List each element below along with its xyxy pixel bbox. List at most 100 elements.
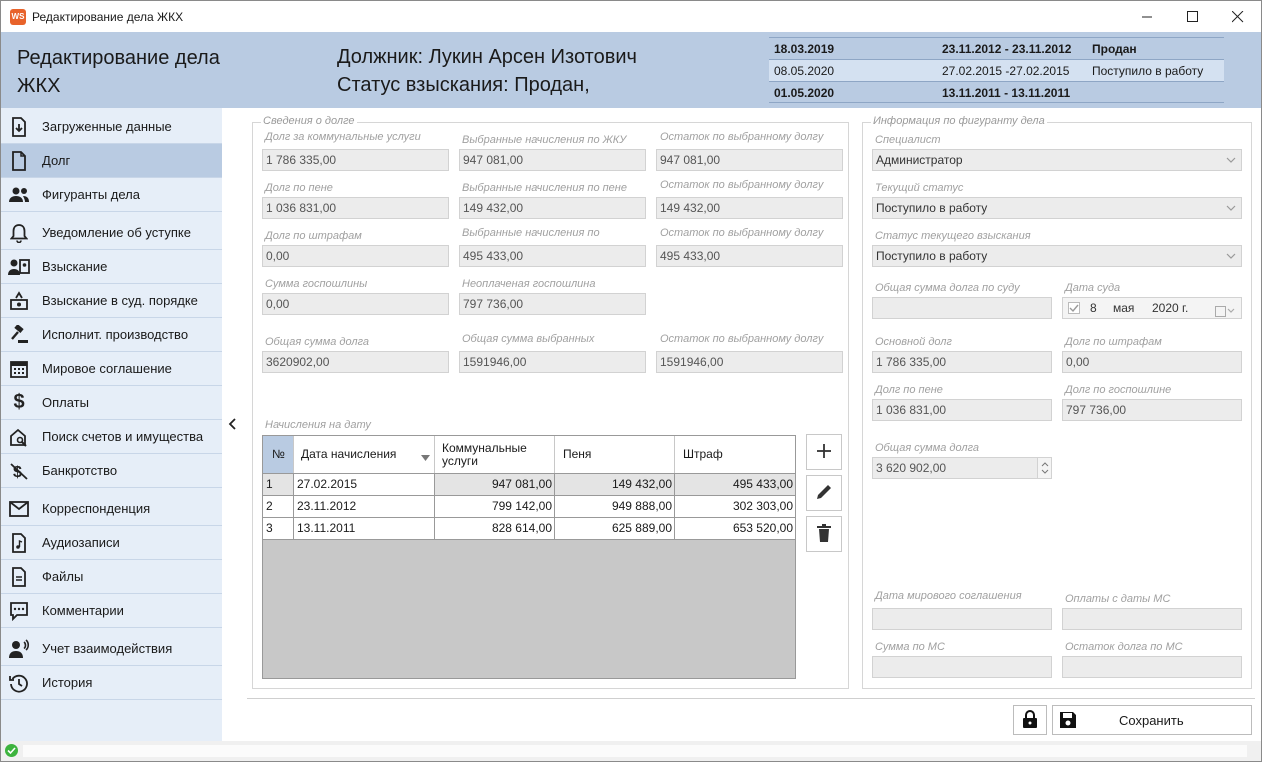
spinner-arrows-icon[interactable]: [1037, 458, 1051, 478]
remaining-fine-field[interactable]: 495 433,00: [656, 245, 843, 267]
field-label: Выбранные начисления по пене: [462, 182, 627, 194]
calendar-icon: [8, 358, 30, 380]
calendar-dropdown-icon[interactable]: [1215, 303, 1235, 318]
sidebar-item-asset-search[interactable]: Поиск счетов и имущества: [1, 420, 222, 454]
person-card-icon: [8, 256, 30, 278]
remaining-penalty-field[interactable]: 149 432,00: [656, 197, 843, 219]
sidebar-item-figurants[interactable]: Фигуранты дела: [1, 178, 222, 212]
column-header-utility[interactable]: Коммунальные услуги: [435, 436, 555, 473]
field-label: Остаток долга по МС: [1065, 641, 1183, 653]
column-header-number[interactable]: №: [263, 436, 294, 473]
court-money-icon: [8, 290, 30, 312]
sidebar-item-notification[interactable]: Уведомление об уступке: [1, 216, 222, 250]
main-debt-field[interactable]: 1 786 335,00: [872, 351, 1052, 373]
sidebar: Загруженные данные Долг Фигуранты дела У…: [1, 108, 222, 741]
sidebar-item-correspondence[interactable]: Корреспонденция: [1, 492, 222, 526]
sidebar-item-label: Файлы: [42, 569, 84, 584]
status-bar: [1, 741, 1261, 761]
app-logo-icon: WS: [10, 9, 26, 25]
field-label: Дата мирового соглашения: [875, 590, 1022, 602]
column-header-fine[interactable]: Штраф: [675, 436, 795, 473]
total-selected-field[interactable]: 1591946,00: [459, 351, 646, 373]
sidebar-item-enforcement[interactable]: Исполнит. производство: [1, 318, 222, 352]
history-state: Поступило в работу: [1092, 64, 1204, 78]
settlement-date-field[interactable]: [872, 608, 1052, 630]
fine-debt-right-field[interactable]: 0,00: [1062, 351, 1242, 373]
sidebar-item-loaded-data[interactable]: Загруженные данные: [1, 110, 222, 144]
settlement-sum-field[interactable]: [872, 656, 1052, 678]
history-row: 18.03.2019 23.11.2012 - 23.11.2012 Прода…: [769, 37, 1224, 59]
file-icon: [8, 566, 30, 588]
sidebar-item-comments[interactable]: Комментарии: [1, 594, 222, 628]
settlement-payments-field[interactable]: [1062, 608, 1242, 630]
add-charge-button[interactable]: [806, 434, 842, 470]
close-button[interactable]: [1215, 1, 1261, 32]
bell-icon: [8, 222, 30, 244]
field-label: Неоплаченая госпошлина: [462, 278, 596, 290]
save-button[interactable]: Сохранить: [1052, 705, 1252, 735]
date-enabled-checkbox[interactable]: [1068, 302, 1080, 314]
court-date-picker[interactable]: 8 мая 2020 г.: [1062, 297, 1242, 319]
settlement-remaining-field[interactable]: [1062, 656, 1242, 678]
column-header-date-label: Дата начисления: [301, 447, 397, 461]
column-header-date[interactable]: Дата начисления: [294, 436, 435, 473]
field-label: Остаток по выбранному долгу: [660, 227, 824, 239]
court-total-field[interactable]: [872, 297, 1052, 319]
sidebar-item-audio[interactable]: Аудиозаписи: [1, 526, 222, 560]
maximize-button[interactable]: [1170, 1, 1216, 32]
field-label: Сумма по МС: [875, 641, 945, 653]
sidebar-item-debt[interactable]: Долг: [1, 144, 222, 178]
field-label: Долг по пене: [875, 384, 943, 396]
cell-fine: 302 303,00: [732, 499, 793, 513]
fee-debt-field[interactable]: 797 736,00: [1062, 399, 1242, 421]
penalty-debt-right-field[interactable]: 1 036 831,00: [872, 399, 1052, 421]
sidebar-item-files[interactable]: Файлы: [1, 560, 222, 594]
comment-icon: [8, 600, 30, 622]
recovery-status-select[interactable]: Поступило в работу: [872, 245, 1242, 267]
selected-housing-field[interactable]: 947 081,00: [459, 149, 646, 171]
utility-debt-field[interactable]: 1 786 335,00: [262, 149, 449, 171]
sidebar-item-interaction[interactable]: Учет взаимодействия: [1, 632, 222, 666]
field-label: Общая сумма долга: [875, 442, 979, 454]
field-label: Общая сумма выбранных: [462, 333, 595, 345]
selected-penalty-field[interactable]: 149 432,00: [459, 197, 646, 219]
specialist-select[interactable]: Администратор: [872, 149, 1242, 171]
sidebar-item-label: Фигуранты дела: [42, 187, 140, 202]
sidebar-item-payments[interactable]: $ Оплаты: [1, 386, 222, 420]
table-row[interactable]: 1 27.02.2015 947 081,00 149 432,00 495 4…: [263, 474, 795, 496]
field-label: Долг за коммунальные услуги: [265, 131, 421, 143]
penalty-debt-field[interactable]: 1 036 831,00: [262, 197, 449, 219]
delete-charge-button[interactable]: [806, 516, 842, 552]
state-fee-field[interactable]: 0,00: [262, 293, 449, 315]
edit-charge-button[interactable]: [806, 475, 842, 511]
pencil-icon: [815, 483, 833, 504]
total-debt-spinner[interactable]: 3 620 902,00: [872, 457, 1052, 479]
minimize-button[interactable]: [1124, 1, 1170, 32]
total-debt-field[interactable]: 3620902,00: [262, 351, 449, 373]
column-header-penalty[interactable]: Пеня: [555, 436, 675, 473]
current-status-select[interactable]: Поступило в работу: [872, 197, 1242, 219]
sidebar-item-recovery[interactable]: Взыскание: [1, 250, 222, 284]
no-money-icon: $: [8, 460, 30, 482]
sidebar-item-settlement[interactable]: Мировое соглашение: [1, 352, 222, 386]
table-row[interactable]: 2 23.11.2012 799 142,00 949 888,00 302 3…: [263, 496, 795, 518]
group-title: Сведения о долге: [261, 115, 357, 127]
cell-fine: 495 433,00: [732, 477, 793, 491]
specialist-value: Администратор: [876, 153, 963, 167]
sidebar-item-history[interactable]: История: [1, 666, 222, 700]
remaining-total-field[interactable]: 1591946,00: [656, 351, 843, 373]
app-window: WS Редактирование дела ЖКХ Редактировани…: [0, 0, 1262, 762]
sidebar-item-court-recovery[interactable]: Взыскание в суд. порядке: [1, 284, 222, 318]
selected-fine-field[interactable]: 495 433,00: [459, 245, 646, 267]
gavel-icon: [8, 324, 30, 346]
unpaid-fee-field[interactable]: 797 736,00: [459, 293, 646, 315]
table-row[interactable]: 3 13.11.2011 828 614,00 625 889,00 653 5…: [263, 518, 795, 540]
collapse-sidebar-button[interactable]: [226, 416, 238, 432]
remaining-housing-field[interactable]: 947 081,00: [656, 149, 843, 171]
field-label: Общая сумма долга по суду: [875, 282, 1020, 294]
charges-table: № Дата начисления Коммунальные услуги Пе…: [262, 435, 796, 679]
horizontal-scrollbar[interactable]: [23, 745, 1247, 757]
fine-debt-field[interactable]: 0,00: [262, 245, 449, 267]
lock-button[interactable]: [1013, 705, 1047, 735]
sidebar-item-bankruptcy[interactable]: $ Банкротство: [1, 454, 222, 488]
